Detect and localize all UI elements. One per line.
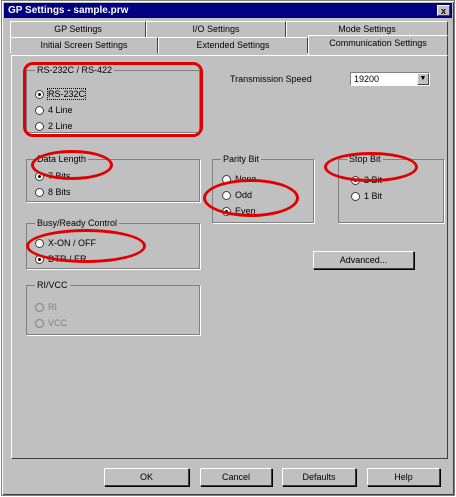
radio-button[interactable] xyxy=(35,122,44,132)
transmission-speed-value: 19200 xyxy=(354,74,380,84)
radio-button[interactable] xyxy=(351,192,360,202)
option-label: 2 Line xyxy=(48,121,73,131)
radio-button xyxy=(35,319,44,329)
transmission-speed-select[interactable]: 19200 ▼ xyxy=(350,72,430,86)
radio-button[interactable] xyxy=(351,176,360,186)
tab-extended-settings[interactable]: Extended Settings xyxy=(158,37,308,53)
rs-group-title: RS-232C / RS-422 xyxy=(35,65,115,76)
radio-rs232c[interactable]: RS-232C xyxy=(35,88,87,100)
defaults-button[interactable]: Defaults xyxy=(282,468,356,486)
option-label: DTR / ER xyxy=(48,254,87,264)
ok-button[interactable]: OK xyxy=(104,468,189,486)
radio-1-bit[interactable]: 1 Bit xyxy=(351,190,382,202)
chevron-down-icon[interactable]: ▼ xyxy=(417,73,429,85)
help-button[interactable]: Help xyxy=(367,468,440,486)
radio-xon-xoff[interactable]: X-ON / OFF xyxy=(35,237,96,249)
title-bar[interactable]: GP Settings - sample.prw x xyxy=(4,3,452,18)
radio-button[interactable] xyxy=(35,106,44,116)
radio-button[interactable] xyxy=(222,207,231,217)
option-label: Odd xyxy=(235,190,253,200)
radio-parity-even[interactable]: Even xyxy=(222,205,256,217)
cancel-button[interactable]: Cancel xyxy=(200,468,272,486)
radio-parity-odd[interactable]: Odd xyxy=(222,189,252,201)
option-label: 8 Bits xyxy=(48,187,71,197)
radio-button[interactable] xyxy=(222,175,231,185)
radio-2-bit[interactable]: 2 Bit xyxy=(351,174,382,186)
transmission-speed-label: Transmission Speed xyxy=(230,74,312,84)
option-label: 7 Bits xyxy=(48,171,71,181)
radio-dtr-er[interactable]: DTR / ER xyxy=(35,253,87,265)
radio-button[interactable] xyxy=(35,90,44,100)
advanced-button[interactable]: Advanced... xyxy=(313,251,414,269)
option-label: Even xyxy=(235,206,256,216)
option-label: VCC xyxy=(48,318,68,328)
tab-communication-settings[interactable]: Communication Settings xyxy=(308,35,448,55)
settings-window: GP Settings - sample.prw x GP Settings I… xyxy=(1,0,455,496)
close-button[interactable]: x xyxy=(437,5,450,16)
radio-7-bits[interactable]: 7 Bits xyxy=(35,170,71,182)
radio-ri: RI xyxy=(35,301,57,313)
option-label: X-ON / OFF xyxy=(48,238,96,248)
option-label: 2 Bit xyxy=(364,175,383,185)
data-length-title: Data Length xyxy=(35,154,89,165)
option-label: 4 Line xyxy=(48,105,73,115)
radio-vcc: VCC xyxy=(35,317,67,329)
busy-ready-title: Busy/Ready Control xyxy=(35,218,120,229)
option-label: 1 Bit xyxy=(364,191,383,201)
radio-button[interactable] xyxy=(35,172,44,182)
radio-button[interactable] xyxy=(35,255,44,265)
radio-8-bits[interactable]: 8 Bits xyxy=(35,186,71,198)
window-title: GP Settings - sample.prw xyxy=(8,5,129,16)
option-label: RI xyxy=(48,302,57,312)
stop-bit-title: Stop Bit xyxy=(347,154,383,165)
radio-button[interactable] xyxy=(222,191,231,201)
tab-initial-screen-settings[interactable]: Initial Screen Settings xyxy=(10,37,158,53)
option-label: RS-232C xyxy=(46,88,87,100)
radio-button xyxy=(35,303,44,313)
tab-io-settings[interactable]: I/O Settings xyxy=(146,21,286,37)
option-label: None xyxy=(235,174,257,184)
parity-bit-title: Parity Bit xyxy=(221,154,262,165)
radio-button[interactable] xyxy=(35,239,44,249)
ri-vcc-title: RI/VCC xyxy=(35,280,70,291)
radio-parity-none[interactable]: None xyxy=(222,173,257,185)
radio-2-line[interactable]: 2 Line xyxy=(35,120,73,132)
radio-4-line[interactable]: 4 Line xyxy=(35,104,73,116)
tab-gp-settings[interactable]: GP Settings xyxy=(10,21,146,37)
radio-button[interactable] xyxy=(35,188,44,198)
